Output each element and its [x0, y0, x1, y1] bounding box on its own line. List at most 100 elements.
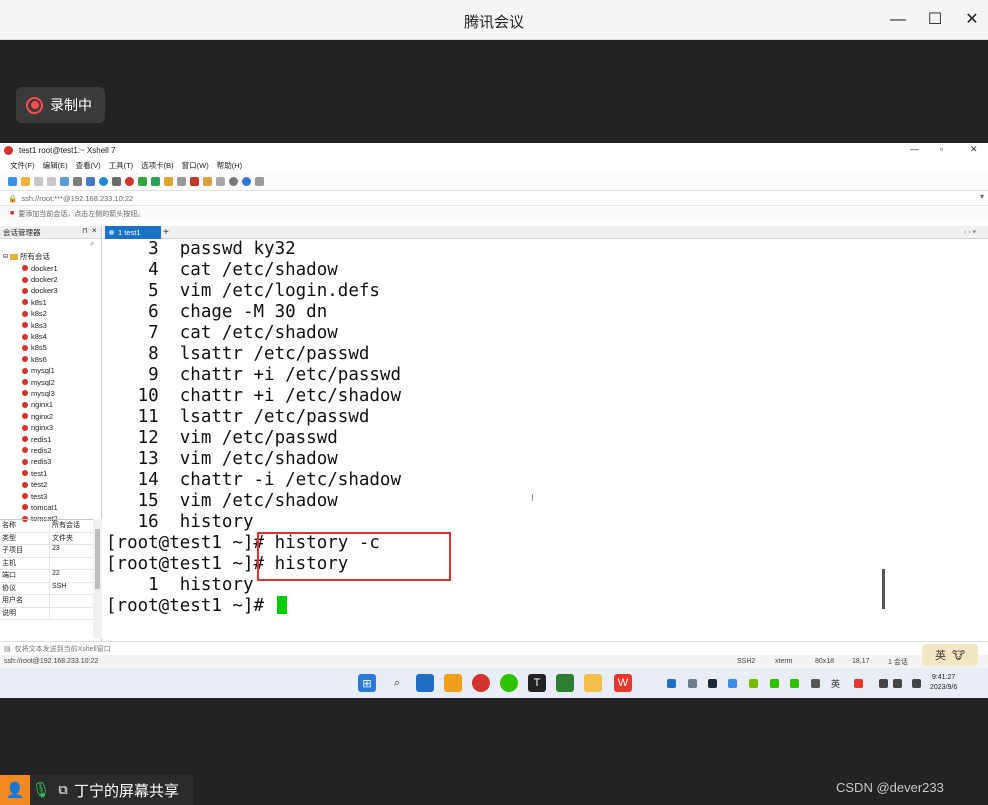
menu-edit[interactable]: 编辑(E)	[43, 160, 68, 171]
send-bar[interactable]: ▤ 仅将文本发送到当前Xshell窗口	[0, 641, 988, 655]
tray-monitor-icon[interactable]	[688, 679, 697, 688]
link-icon[interactable]	[34, 177, 43, 186]
terminal-scrollbar[interactable]	[879, 239, 888, 624]
session-item[interactable]: nginx3	[0, 422, 101, 433]
session-item[interactable]: docker3	[0, 285, 101, 296]
screen-icon[interactable]	[879, 679, 888, 688]
session-item[interactable]: k8s5	[0, 342, 101, 353]
tray-sogou-icon[interactable]	[854, 679, 863, 688]
tab-nav-icon[interactable]: ‹ › ▾	[964, 228, 976, 236]
keyboard-icon[interactable]	[177, 177, 186, 186]
session-item[interactable]: redis1	[0, 433, 101, 444]
font-icon[interactable]	[112, 177, 121, 186]
tray-wechat-icon[interactable]	[770, 679, 779, 688]
minimize-button[interactable]: —	[886, 8, 910, 32]
screen-share-bar[interactable]: 👤 🎙 ⧉ 丁宁的屏幕共享	[0, 775, 193, 805]
wps-icon[interactable]: W	[614, 674, 632, 692]
open-folder-icon[interactable]	[21, 177, 30, 186]
help-icon[interactable]	[242, 177, 251, 186]
session-search[interactable]: ⌕	[0, 239, 101, 251]
layout-icon[interactable]	[203, 177, 212, 186]
xshell-maximize-button[interactable]: ▫	[940, 144, 943, 154]
app-green-icon[interactable]	[556, 674, 574, 692]
session-item[interactable]: k8s6	[0, 354, 101, 365]
wechat-icon[interactable]	[500, 674, 518, 692]
session-item[interactable]: mysql2	[0, 376, 101, 387]
session-item[interactable]: redis2	[0, 445, 101, 456]
recording-badge[interactable]: 录制中	[16, 87, 105, 123]
session-item[interactable]: nginx1	[0, 399, 101, 410]
session-item[interactable]: test2	[0, 479, 101, 490]
collapse-icon[interactable]: ⊟	[3, 253, 8, 260]
address-bar[interactable]: 🔒 ssh://root:***@192.168.233.10:22 ▾	[0, 190, 988, 206]
session-item[interactable]: mysql3	[0, 388, 101, 399]
session-item[interactable]: k8s2	[0, 308, 101, 319]
start-icon[interactable]: ⊞	[358, 674, 376, 692]
clock[interactable]: 9:41:27 2023/9/6	[930, 673, 957, 693]
gear-icon[interactable]	[229, 177, 238, 186]
terminal[interactable]: 3 passwd ky32 4 cat /etc/shadow 5 vim /e…	[103, 239, 988, 624]
typora-icon[interactable]: T	[528, 674, 546, 692]
tree-root[interactable]: ⊟ 所有会话	[0, 251, 101, 263]
close-pane-icon[interactable]: ×	[92, 226, 97, 235]
ime-indicator[interactable]: 英 🐮	[922, 644, 978, 666]
fullscreen-icon[interactable]	[151, 177, 160, 186]
find-icon[interactable]	[73, 177, 82, 186]
properties-icon[interactable]	[60, 177, 69, 186]
tab-test1[interactable]: 1 test1	[105, 226, 161, 239]
cloud-icon[interactable]	[728, 679, 737, 688]
menu-window[interactable]: 窗口(W)	[182, 160, 209, 171]
maximize-button[interactable]: ☐	[923, 8, 947, 32]
menu-file[interactable]: 文件(F)	[10, 160, 35, 171]
tray-chat-icon[interactable]	[790, 679, 799, 688]
folder-icon	[10, 253, 19, 260]
menu-tools[interactable]: 工具(T)	[109, 160, 134, 171]
session-item[interactable]: redis3	[0, 456, 101, 467]
print-icon[interactable]	[86, 177, 95, 186]
new-session-icon[interactable]	[8, 177, 17, 186]
xshell-minimize-button[interactable]: —	[910, 144, 919, 154]
script-icon[interactable]	[190, 177, 199, 186]
nvidia-icon[interactable]	[749, 679, 758, 688]
tray-lang[interactable]: 英	[831, 677, 840, 690]
pin-icon[interactable]: ⊓	[82, 227, 87, 235]
battery-icon[interactable]	[912, 679, 921, 688]
xftp-icon[interactable]	[138, 177, 147, 186]
microphone-on-icon[interactable]: 🎙	[30, 781, 52, 799]
session-item[interactable]: tomcat1	[0, 502, 101, 513]
xshell-icon[interactable]	[125, 177, 134, 186]
microphone-icon[interactable]	[811, 679, 820, 688]
volume-icon[interactable]	[893, 679, 902, 688]
window-icon[interactable]	[216, 177, 225, 186]
session-item[interactable]: test1	[0, 468, 101, 479]
tray-photos-icon[interactable]	[667, 679, 676, 688]
address-dropdown-icon[interactable]: ▾	[980, 192, 984, 201]
globe-icon[interactable]	[99, 177, 108, 186]
search-icon[interactable]: ⌕	[90, 239, 94, 249]
session-item[interactable]: docker2	[0, 274, 101, 285]
app-orange-icon[interactable]	[444, 674, 462, 692]
session-item[interactable]: docker1	[0, 263, 101, 274]
unlink-icon[interactable]	[47, 177, 56, 186]
photos-icon[interactable]	[416, 674, 434, 692]
bookmark-icon[interactable]: ■	[10, 210, 14, 217]
menu-tabs[interactable]: 选项卡(B)	[141, 160, 174, 171]
explorer-icon[interactable]	[584, 674, 602, 692]
close-button[interactable]: ✕	[960, 8, 984, 32]
session-item[interactable]: test3	[0, 490, 101, 501]
session-item[interactable]: k8s3	[0, 319, 101, 330]
xshell-taskbar-icon[interactable]	[472, 674, 490, 692]
menu-view[interactable]: 查看(V)	[76, 160, 101, 171]
menu-help[interactable]: 帮助(H)	[217, 160, 242, 171]
steam-icon[interactable]	[708, 679, 717, 688]
session-item[interactable]: k8s1	[0, 297, 101, 308]
session-item[interactable]: k8s4	[0, 331, 101, 342]
search-taskbar-icon[interactable]: ⌕	[388, 674, 406, 692]
xshell-close-button[interactable]: ✕	[970, 144, 978, 155]
session-item[interactable]: mysql1	[0, 365, 101, 376]
chat-icon[interactable]	[255, 177, 264, 186]
session-item[interactable]: nginx2	[0, 411, 101, 422]
lock-icon[interactable]	[164, 177, 173, 186]
properties-scrollbar[interactable]	[93, 519, 102, 639]
new-tab-button[interactable]: +	[163, 226, 169, 239]
